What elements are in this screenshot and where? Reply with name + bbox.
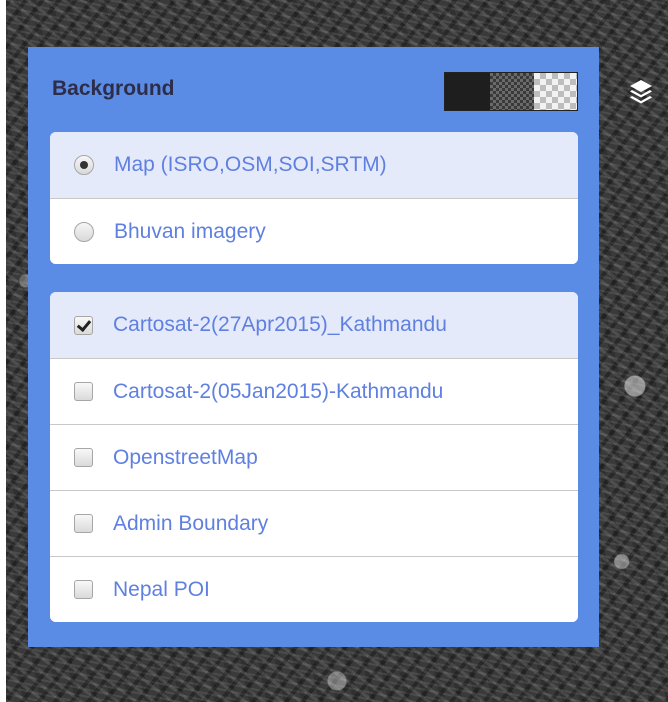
- layer-switcher-panel: Background Map (ISRO,OSM,SOI,SRTM) Bhuva…: [28, 47, 599, 647]
- overlay-layer-item[interactable]: OpenstreetMap: [50, 424, 578, 490]
- overlay-layer-item[interactable]: Cartosat-2(27Apr2015)_Kathmandu: [50, 292, 578, 358]
- overlay-layer-label: Cartosat-2(27Apr2015)_Kathmandu: [113, 313, 447, 336]
- checkbox[interactable]: [74, 448, 93, 467]
- layers-icon[interactable]: [628, 78, 654, 106]
- overlay-layer-list: Cartosat-2(27Apr2015)_Kathmandu Cartosat…: [50, 292, 578, 622]
- base-layer-item[interactable]: Map (ISRO,OSM,SOI,SRTM): [50, 132, 578, 198]
- base-layer-label: Bhuvan imagery: [114, 219, 266, 243]
- overlay-layer-item[interactable]: Admin Boundary: [50, 490, 578, 556]
- base-layer-label: Map (ISRO,OSM,SOI,SRTM): [114, 153, 387, 176]
- checkbox[interactable]: [74, 315, 93, 335]
- radio-button[interactable]: [74, 221, 94, 242]
- opacity-semi-transparent-option[interactable]: [490, 73, 534, 110]
- panel-title: Background: [52, 77, 175, 100]
- base-layer-list: Map (ISRO,OSM,SOI,SRTM) Bhuvan imagery: [50, 132, 578, 264]
- base-layer-item[interactable]: Bhuvan imagery: [50, 198, 578, 264]
- overlay-layer-item[interactable]: Cartosat-2(05Jan2015)-Kathmandu: [50, 358, 578, 424]
- opacity-transparent-option[interactable]: [533, 73, 577, 110]
- checkbox[interactable]: [74, 382, 93, 401]
- opacity-opaque-option[interactable]: [445, 73, 491, 110]
- overlay-layer-label: Cartosat-2(05Jan2015)-Kathmandu: [113, 379, 444, 403]
- checkbox[interactable]: [74, 514, 93, 533]
- radio-button[interactable]: [74, 155, 94, 175]
- overlay-layer-label: Nepal POI: [113, 577, 210, 601]
- overlay-layer-label: Admin Boundary: [113, 511, 269, 535]
- checkbox[interactable]: [74, 580, 93, 599]
- overlay-layer-label: OpenstreetMap: [113, 445, 258, 469]
- opacity-selector[interactable]: [444, 72, 578, 111]
- overlay-layer-item[interactable]: Nepal POI: [50, 556, 578, 622]
